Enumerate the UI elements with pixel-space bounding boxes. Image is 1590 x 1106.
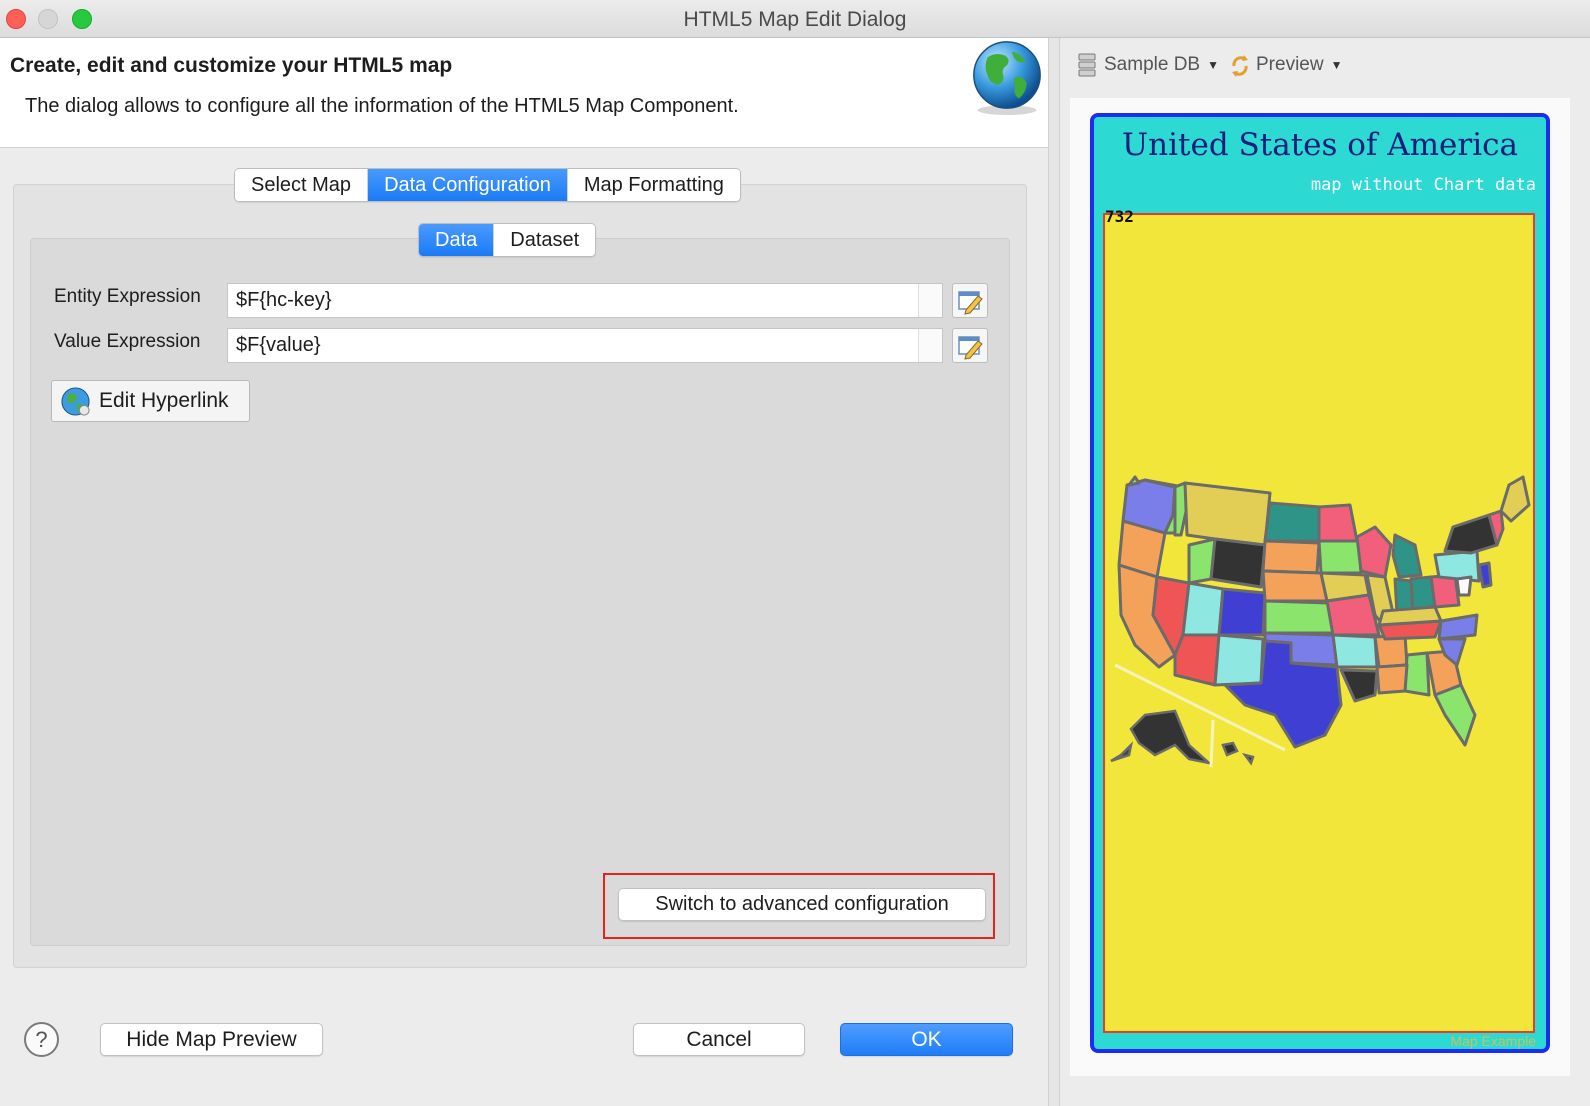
ok-button[interactable]: OK [840,1023,1013,1056]
header-title: Create, edit and customize your HTML5 ma… [10,54,453,77]
chevron-down-icon: ▼ [1330,58,1343,72]
window-title: HTML5 Map Edit Dialog [683,8,907,31]
hide-map-preview-button[interactable]: Hide Map Preview [100,1023,323,1056]
globe-icon [973,41,1041,116]
sub-tabs: Data Dataset [418,223,597,257]
map-preview-area: United States of America map without Cha… [1070,98,1570,1076]
value-expression-label: Value Expression [54,331,201,352]
hyperlink-globe-icon [61,387,90,416]
tab-data[interactable]: Data [419,224,495,256]
chevron-down-icon: ▼ [1207,58,1219,72]
data-adapter-selector[interactable]: Sample DB ▼ [1077,52,1219,78]
map-subtitle: map without Chart data [1310,175,1536,195]
value-expression-value: $F{value} [236,334,321,356]
usa-map [1110,475,1531,768]
help-button[interactable]: ? [24,1022,59,1057]
database-icon [1078,53,1096,77]
value-expression-dropdown[interactable] [918,329,942,362]
cancel-button[interactable]: Cancel [633,1023,805,1056]
edit-hyperlink-button[interactable]: Edit Hyperlink [51,380,250,422]
map-credit: Map Example [1450,1033,1536,1049]
value-expression-field[interactable]: $F{value} [227,328,943,363]
tab-select-map[interactable]: Select Map [235,169,369,201]
title-bar: HTML5 Map Edit Dialog [0,0,1590,38]
split-pane-divider[interactable] [1048,38,1060,1106]
main-tabs: Select Map Data Configuration Map Format… [234,168,741,202]
switch-to-advanced-configuration-button[interactable]: Switch to advanced configuration [618,888,986,921]
entity-expression-editor-button[interactable] [952,283,988,318]
preview-menu[interactable]: Preview ▼ [1228,52,1342,78]
expression-editor-icon [958,291,983,315]
preview-panel: Sample DB ▼ Preview ▼ United States of A… [1060,38,1590,1106]
entity-expression-label: Entity Expression [54,286,201,307]
edit-hyperlink-label: Edit Hyperlink [99,389,229,412]
tab-data-configuration[interactable]: Data Configuration [368,169,568,201]
header-description: The dialog allows to configure all the i… [25,95,739,117]
preview-label: Preview [1256,54,1324,75]
tab-map-formatting[interactable]: Map Formatting [567,169,740,201]
tab-dataset[interactable]: Dataset [494,224,596,256]
entity-expression-dropdown[interactable] [918,284,942,317]
map-title: United States of America [1122,127,1518,163]
map-number-label: 732 [1105,207,1134,226]
entity-expression-value: $F{hc-key} [236,289,332,311]
expression-editor-icon [958,336,983,360]
data-adapter-label: Sample DB [1104,54,1201,75]
dialog-header: Create, edit and customize your HTML5 ma… [0,38,1048,148]
left-panel: Select Map Data Configuration Map Format… [0,148,1048,1106]
map-plot-area: 732 [1103,207,1535,1033]
map-frame: United States of America map without Cha… [1090,113,1550,1053]
entity-expression-field[interactable]: $F{hc-key} [227,283,943,318]
refresh-icon [1232,55,1248,77]
value-expression-editor-button[interactable] [952,328,988,363]
